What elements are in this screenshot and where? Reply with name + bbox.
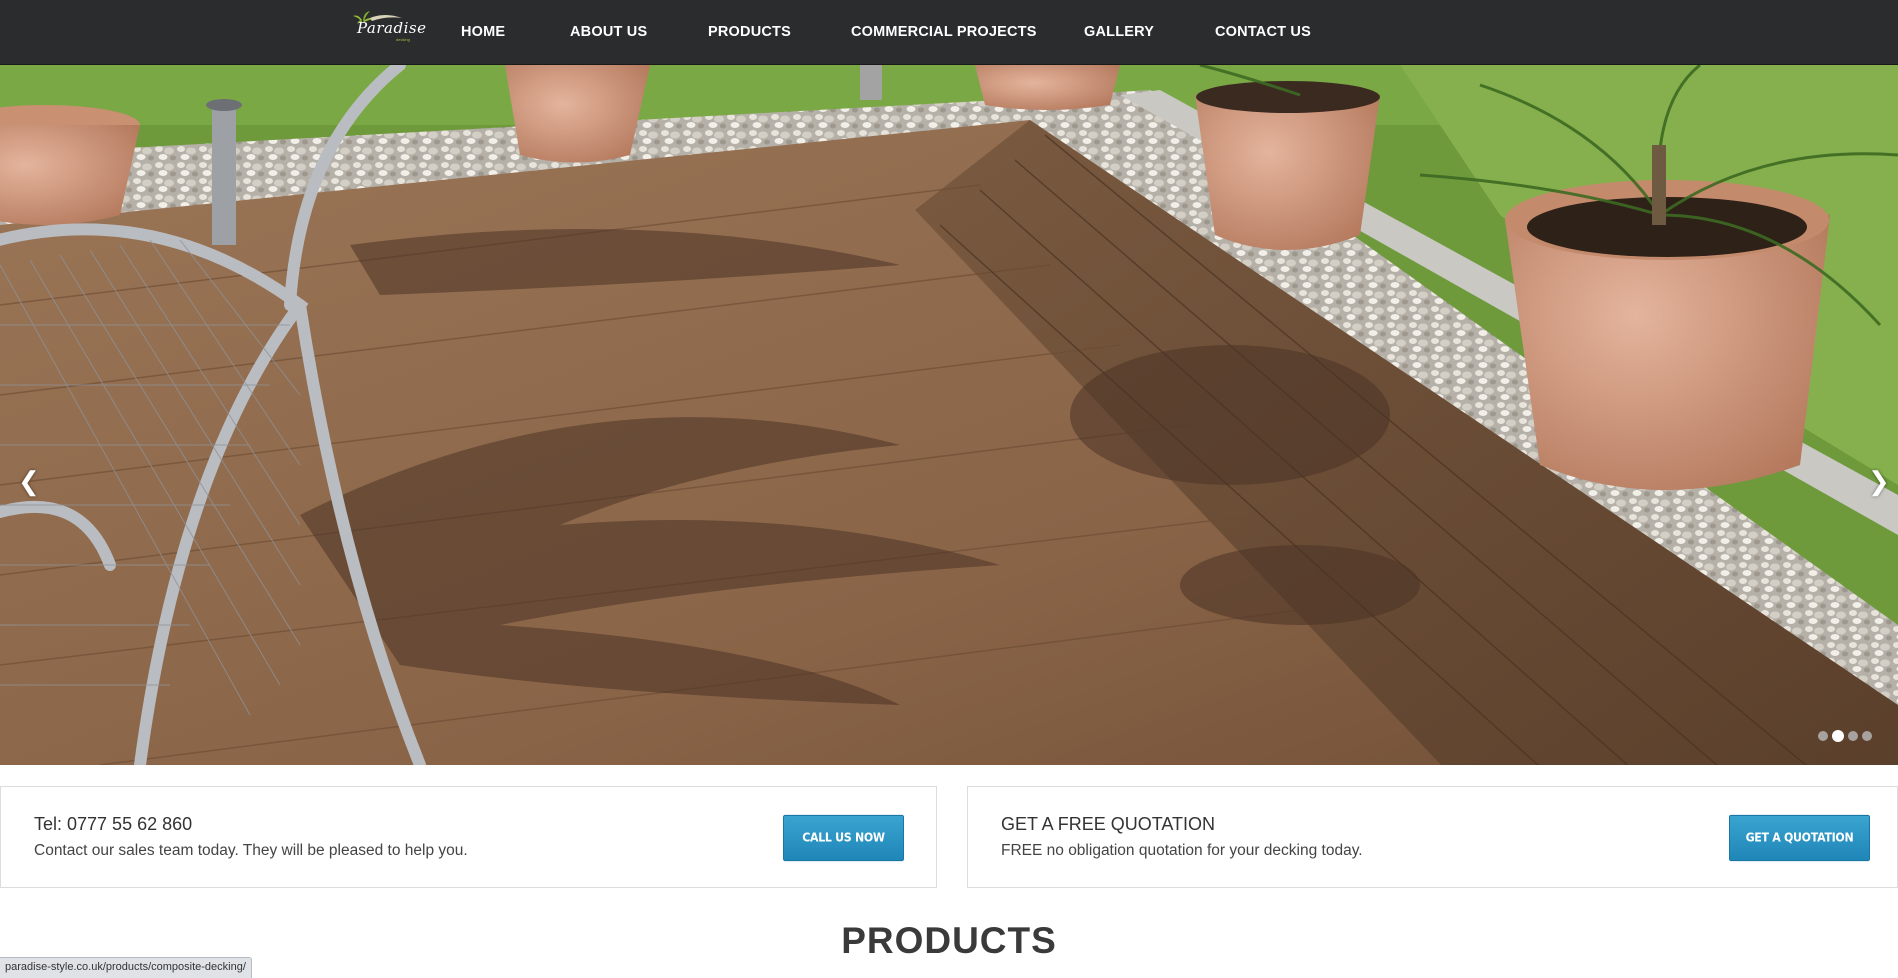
hero-slider: ❮ ❯ [0, 65, 1898, 765]
slide-dot[interactable] [1848, 731, 1858, 741]
quotation-title: GET A FREE QUOTATION [1001, 814, 1216, 834]
phone-number: Tel: 0777 55 62 860 [34, 814, 193, 834]
link-preview-status-bar: paradise-style.co.uk/products/composite-… [0, 957, 252, 978]
chevron-left-icon[interactable]: ❮ [18, 466, 40, 497]
call-us-description: Contact our sales team today. They will … [34, 842, 468, 859]
quotation-description: FREE no obligation quotation for your de… [1001, 842, 1363, 859]
slide-dot-active[interactable] [1832, 730, 1844, 742]
slide-dot[interactable] [1862, 731, 1872, 741]
slide-dot[interactable] [1818, 731, 1828, 741]
nav-commercial-projects[interactable]: COMMERCIAL PROJECTS [851, 24, 1037, 40]
nav-contact-us[interactable]: CONTACT US [1215, 24, 1311, 40]
site-header: Paradise decking HOME ABOUT US PRODUCTS … [0, 0, 1898, 65]
products-heading: PRODUCTS [841, 920, 1057, 961]
logo-text: Paradise [357, 19, 427, 37]
call-us-panel: Tel: 0777 55 62 860 Contact our sales te… [0, 786, 937, 888]
nav-products[interactable]: PRODUCTS [708, 24, 791, 40]
logo-subtext: decking [396, 37, 410, 42]
nav-about-us[interactable]: ABOUT US [570, 24, 647, 40]
decking-photo [0, 65, 1898, 765]
get-a-quotation-button[interactable]: GET A QUOTATION [1729, 814, 1870, 862]
call-us-now-button[interactable]: CALL US NOW [783, 814, 904, 862]
nav-gallery[interactable]: GALLERY [1084, 24, 1154, 40]
chevron-right-icon[interactable]: ❯ [1868, 466, 1890, 497]
nav-home[interactable]: HOME [461, 24, 505, 40]
quotation-panel: GET A FREE QUOTATION FREE no obligation … [967, 786, 1898, 888]
